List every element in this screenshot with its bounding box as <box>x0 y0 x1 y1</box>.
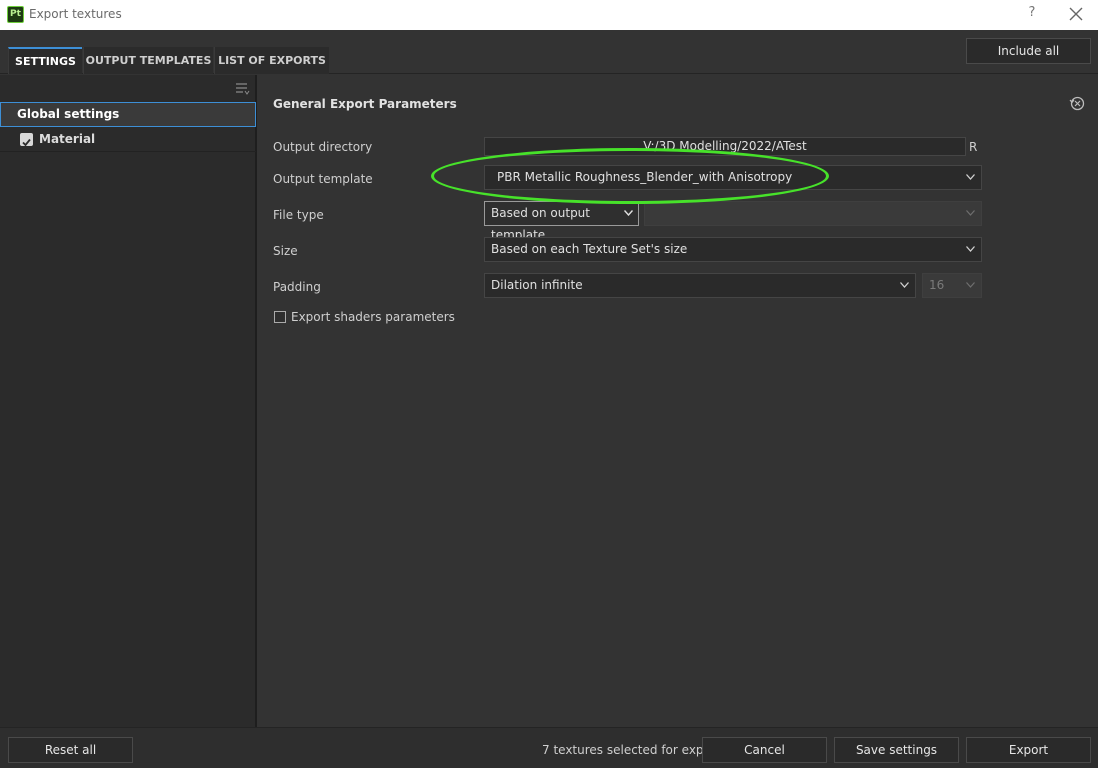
padding-value: Dilation infinite <box>491 278 583 292</box>
chevron-down-icon <box>624 210 633 216</box>
tab-output-templates[interactable]: OUTPUT TEMPLATES <box>83 47 213 74</box>
chevron-down-icon <box>966 210 975 216</box>
size-select[interactable]: Based on each Texture Set's size <box>484 237 982 262</box>
section-title: General Export Parameters <box>273 97 457 111</box>
window-title: Export textures <box>29 7 122 21</box>
file-type-select[interactable]: Based on output template <box>484 201 639 242</box>
export-shaders-label: Export shaders parameters <box>291 310 455 324</box>
padding-select[interactable]: Dilation infinite <box>484 273 916 298</box>
file-format-select <box>644 201 982 226</box>
chevron-down-icon <box>966 246 975 252</box>
footer-bar: Reset all 7 textures selected for export… <box>0 727 1098 768</box>
padding-label: Padding <box>273 280 321 294</box>
file-type-label: File type <box>273 208 324 222</box>
tab-bar: SETTINGS OUTPUT TEMPLATES LIST OF EXPORT… <box>0 30 1098 74</box>
save-settings-button[interactable]: Save settings <box>834 737 959 763</box>
global-settings-item[interactable]: Global settings <box>0 102 256 127</box>
export-parameters-panel: General Export Parameters Output directo… <box>259 75 1098 727</box>
title-bar: Pt Export textures ? <box>0 0 1098 30</box>
padding-distance-select: 16 <box>922 273 982 298</box>
include-all-button[interactable]: Include all <box>966 38 1091 64</box>
output-template-value: PBR Metallic Roughness_Blender_with Anis… <box>497 170 793 184</box>
output-template-label: Output template <box>273 172 373 186</box>
size-label: Size <box>273 244 298 258</box>
close-icon[interactable] <box>1066 4 1086 24</box>
list-filter-icon[interactable] <box>234 80 250 96</box>
export-button[interactable]: Export <box>966 737 1091 763</box>
padding-distance-value: 16 <box>929 278 945 292</box>
export-shaders-checkbox[interactable] <box>274 311 286 323</box>
texture-set-panel: Global settings Material <box>0 75 257 727</box>
cancel-button[interactable]: Cancel <box>702 737 827 763</box>
help-button[interactable]: ? <box>1024 5 1040 23</box>
output-directory-field[interactable]: V:/3D Modelling/2022/ATest <box>484 137 966 156</box>
tab-list-of-exports[interactable]: LIST OF EXPORTS <box>214 47 329 74</box>
sidebar-item-label: Material <box>39 132 96 146</box>
reset-icon[interactable] <box>1069 95 1085 111</box>
output-directory-label: Output directory <box>273 140 373 154</box>
size-value: Based on each Texture Set's size <box>491 242 688 256</box>
output-directory-suffix: R <box>969 140 978 154</box>
material-checkbox[interactable] <box>20 133 33 147</box>
export-status-text: 7 textures selected for export <box>542 743 721 757</box>
tab-settings[interactable]: SETTINGS <box>8 47 82 74</box>
app-logo-icon: Pt <box>7 6 24 23</box>
sidebar-item-material[interactable]: Material <box>0 127 256 152</box>
chevron-down-icon <box>966 174 975 180</box>
output-template-select[interactable]: PBR Metallic Roughness_Blender_with Anis… <box>484 165 982 190</box>
chevron-down-icon <box>966 282 975 288</box>
reset-all-button[interactable]: Reset all <box>8 737 133 763</box>
chevron-down-icon <box>900 282 909 288</box>
